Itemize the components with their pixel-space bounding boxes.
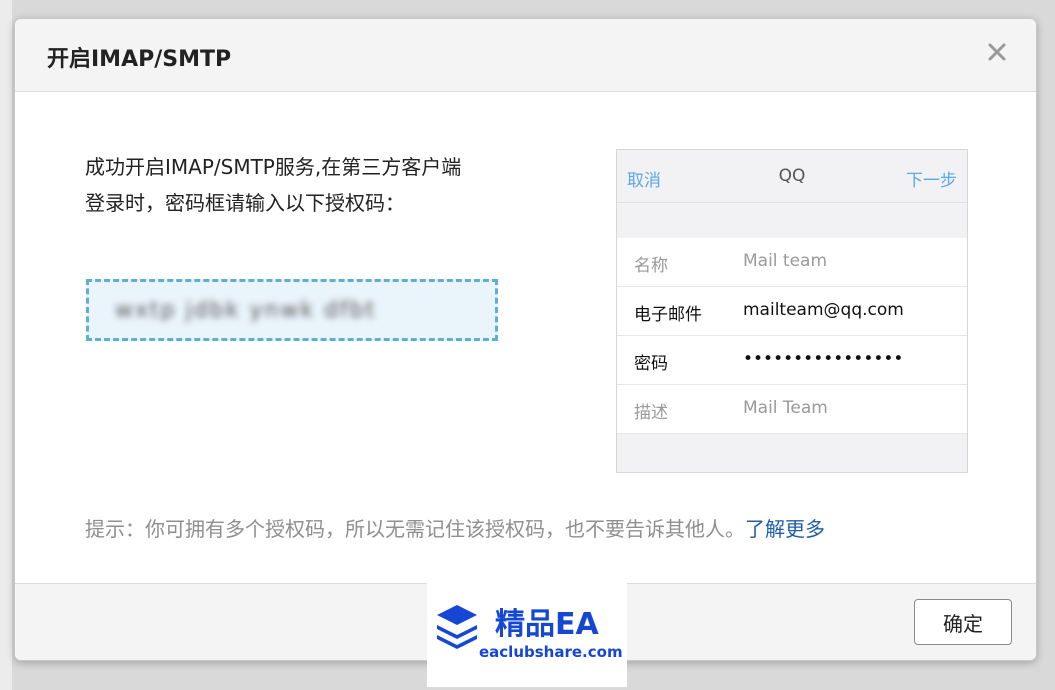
imap-smtp-dialog: 开启IMAP/SMTP 成功开启IMAP/SMTP服务,在第三方客户端 登录时，… bbox=[14, 18, 1037, 661]
phone-row-password: 密码 •••••••••••••••• bbox=[617, 336, 967, 385]
close-icon[interactable] bbox=[984, 39, 1010, 65]
phone-form-rows: 名称 Mail team 电子邮件 mailteam@qq.com 密码 •••… bbox=[617, 238, 967, 434]
watermark-logo: 精品EA eaclubshare.com bbox=[427, 583, 627, 687]
phone-nav-next: 下一步 bbox=[906, 171, 957, 191]
phone-row-name: 名称 Mail team bbox=[617, 238, 967, 287]
layers-logo-icon bbox=[437, 605, 477, 649]
row-value: Mail Team bbox=[743, 398, 828, 418]
intro-text: 成功开启IMAP/SMTP服务,在第三方客户端 登录时，密码框请输入以下授权码： bbox=[85, 149, 585, 221]
dialog-title: 开启IMAP/SMTP bbox=[47, 47, 232, 72]
dialog-header: 开启IMAP/SMTP bbox=[15, 19, 1036, 92]
phone-row-description: 描述 Mail Team bbox=[617, 385, 967, 434]
row-value: mailteam@qq.com bbox=[743, 300, 904, 320]
row-value: •••••••••••••••• bbox=[743, 349, 904, 369]
learn-more-link[interactable]: 了解更多 bbox=[745, 517, 825, 541]
phone-row-email: 电子邮件 mailteam@qq.com bbox=[617, 287, 967, 336]
auth-code-text: wxtp jdbk ynwk dfbt bbox=[115, 298, 377, 323]
intro-line-1: 成功开启IMAP/SMTP服务,在第三方客户端 bbox=[85, 155, 462, 179]
hint-message: 提示：你可拥有多个授权码，所以无需记住该授权码，也不要告诉其他人。 bbox=[85, 517, 745, 541]
row-label: 描述 bbox=[634, 403, 668, 423]
row-label: 密码 bbox=[634, 354, 668, 374]
auth-code-box[interactable]: wxtp jdbk ynwk dfbt bbox=[86, 279, 498, 341]
row-value: Mail team bbox=[743, 251, 828, 271]
row-label: 名称 bbox=[634, 256, 668, 276]
page-backdrop bbox=[0, 0, 12, 690]
hint-text: 提示：你可拥有多个授权码，所以无需记住该授权码，也不要告诉其他人。了解更多 bbox=[85, 513, 825, 542]
row-label: 电子邮件 bbox=[634, 305, 702, 325]
phone-settings-illustration: 取消 QQ 下一步 名称 Mail team 电子邮件 mailteam@qq.… bbox=[616, 149, 968, 473]
confirm-button[interactable]: 确定 bbox=[914, 599, 1012, 645]
watermark-url: eaclubshare.com bbox=[479, 643, 623, 661]
intro-line-2: 登录时，密码框请输入以下授权码： bbox=[85, 191, 405, 215]
watermark-title: 精品EA bbox=[495, 607, 599, 642]
phone-nav-bar: 取消 QQ 下一步 bbox=[617, 150, 967, 203]
